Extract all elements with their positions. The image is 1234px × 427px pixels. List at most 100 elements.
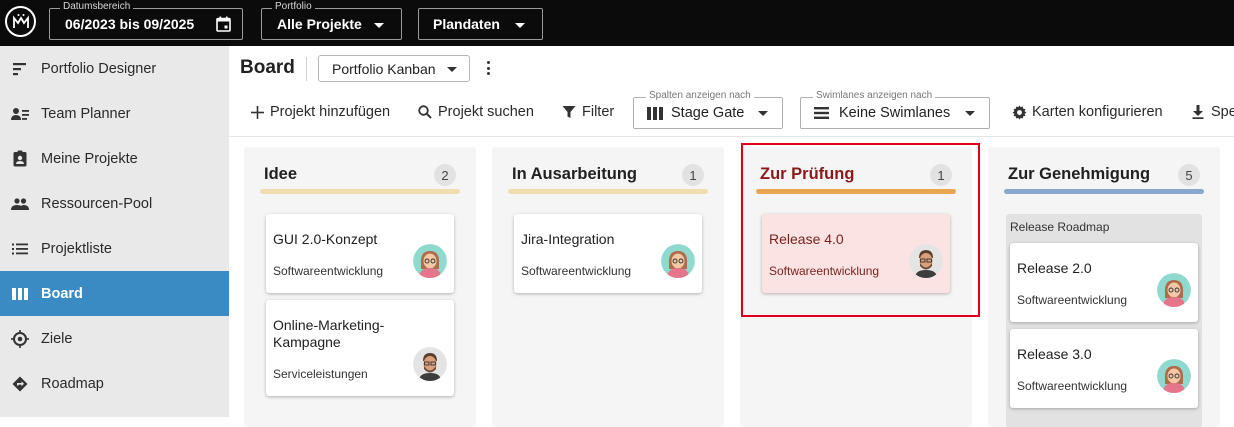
sidebar-item-project-list[interactable]: Projektliste (0, 226, 229, 271)
sidebar-item-resource-pool[interactable]: Ressourcen-Pool (0, 181, 229, 226)
sidebar-item-label: Roadmap (41, 375, 104, 392)
card-title: Jira-Integration (521, 231, 615, 247)
project-card[interactable]: Jira-Integration Softwareentwicklung (514, 214, 702, 293)
board-column-in-ausarbeitung: In Ausarbeitung 1 Jira-Integration Softw… (492, 147, 724, 427)
column-title: Zur Genehmigung (1008, 165, 1151, 183)
column-color-bar (1004, 189, 1204, 194)
card-subtitle: Softwareentwicklung (1017, 379, 1128, 393)
roadmap-icon (11, 375, 29, 393)
columns-value: Stage Gate (671, 105, 745, 121)
dataset-select[interactable]: Plandaten (418, 8, 543, 40)
chevron-down-icon (447, 67, 457, 72)
project-card[interactable]: Online-Marketing-Kampagne Serviceleistun… (266, 300, 454, 396)
view-select[interactable]: Portfolio Kanban (318, 55, 470, 82)
page-title: Board (240, 57, 295, 78)
columns-select[interactable]: Spalten anzeigen nach Stage Gate (633, 90, 783, 129)
card-title: Release 3.0 (1017, 346, 1092, 362)
sidebar-item-label: Board (41, 285, 83, 302)
search-project-label: Projekt suchen (438, 104, 534, 120)
add-project-label: Projekt hinzufügen (270, 104, 391, 120)
configure-cards-button[interactable]: Karten konfigurieren (1011, 101, 1163, 123)
highlight-box (741, 143, 980, 317)
column-count-badge: 2 (434, 164, 456, 186)
columns-legend: Spalten anzeigen nach (646, 90, 754, 102)
swimlanes-icon (814, 107, 829, 119)
sidebar-item-team-planner[interactable]: Team Planner (0, 91, 229, 136)
sidebar-item-label: Projektliste (41, 240, 112, 257)
sidebar-item-roadmap[interactable]: Roadmap (0, 361, 229, 406)
columns-icon (647, 106, 663, 120)
chevron-down-icon (965, 111, 975, 116)
project-card[interactable]: Release 2.0 Softwareentwicklung (1010, 243, 1198, 322)
project-card[interactable]: Release 3.0 Softwareentwicklung (1010, 329, 1198, 408)
filter-icon (561, 104, 577, 120)
portfolio-select[interactable]: Portfolio Alle Projekte (261, 1, 402, 40)
woman-avatar (661, 244, 695, 278)
configure-cards-label: Karten konfigurieren (1032, 104, 1163, 120)
download-icon (1190, 104, 1206, 120)
woman-avatar (1157, 359, 1191, 393)
sidebar-item-goals[interactable]: Ziele (0, 316, 229, 361)
chevron-down-icon (515, 23, 525, 28)
swimlanes-legend: Swimlanes anzeigen nach (813, 90, 936, 102)
date-range-field[interactable]: Datumsbereich 06/2023 bis 09/2025 (49, 1, 243, 40)
column-title: In Ausarbeitung (512, 165, 637, 183)
column-count-badge: 1 (682, 164, 704, 186)
column-color-bar (508, 189, 708, 194)
card-title: Release 2.0 (1017, 260, 1092, 276)
board-icon (11, 285, 29, 303)
card-subtitle: Softwareentwicklung (1017, 293, 1128, 307)
sidebar-item-label: Ressourcen-Pool (41, 195, 153, 212)
filter-button[interactable]: Filter (561, 101, 614, 123)
woman-avatar (413, 244, 447, 278)
sidebar-item-board[interactable]: Board (0, 271, 229, 316)
swimlanes-select[interactable]: Swimlanes anzeigen nach Keine Swimlanes (800, 90, 990, 129)
my-projects-icon (11, 150, 29, 168)
swimlanes-value: Keine Swimlanes (839, 105, 951, 121)
woman-avatar (1157, 273, 1191, 307)
resource-pool-icon (11, 195, 29, 213)
man-avatar (413, 347, 447, 381)
sidebar-item-my-projects[interactable]: Meine Projekte (0, 136, 229, 181)
chevron-down-icon (758, 111, 768, 116)
card-subtitle: Serviceleistungen (273, 367, 368, 381)
sidebar-item-portfolio-designer[interactable]: Portfolio Designer (0, 46, 229, 91)
card-subtitle: Softwareentwicklung (273, 264, 384, 278)
portfolio-legend: Portfolio (272, 1, 315, 13)
save-label: Spe (1211, 104, 1234, 120)
app-logo[interactable] (5, 6, 36, 37)
sidebar-item-label: Team Planner (41, 105, 131, 122)
column-title: Idee (264, 165, 298, 183)
sidebar-item-label: Meine Projekte (41, 150, 138, 167)
list-icon (11, 240, 29, 258)
plus-icon (249, 104, 265, 120)
more-options-icon[interactable] (483, 59, 493, 77)
filter-label: Filter (582, 104, 615, 120)
toolbar-divider (229, 136, 1234, 137)
search-icon (417, 104, 433, 120)
board-column-zur-genehmigung: Zur Genehmigung 5 Release Roadmap Releas… (988, 147, 1220, 427)
card-title: Online-Marketing-Kampagne (273, 317, 385, 350)
date-range-value: 06/2023 bis 09/2025 (65, 16, 195, 32)
divider (306, 57, 307, 81)
column-color-bar (260, 189, 460, 194)
team-planner-icon (11, 105, 29, 123)
view-select-value: Portfolio Kanban (332, 60, 436, 77)
calendar-icon[interactable] (216, 16, 231, 35)
portfolio-designer-icon (11, 60, 29, 78)
top-bar: Datumsbereich 06/2023 bis 09/2025 Portfo… (0, 0, 1234, 46)
search-project-button[interactable]: Projekt suchen (417, 101, 534, 123)
dataset-value: Plandaten (433, 16, 500, 32)
column-count-badge: 5 (1178, 164, 1200, 186)
sidebar-item-label: Ziele (41, 330, 73, 347)
chevron-down-icon (374, 23, 384, 28)
board-column-idee: Idee 2 GUI 2.0-Konzept Softwareentwicklu… (244, 147, 476, 427)
sidebar: Portfolio Designer Team Planner Meine Pr… (0, 46, 229, 417)
portfolio-value: Alle Projekte (277, 16, 362, 32)
project-card[interactable]: GUI 2.0-Konzept Softwareentwicklung (266, 214, 454, 293)
save-button[interactable]: Spe (1190, 101, 1234, 123)
target-icon (11, 329, 29, 348)
logo-mark-icon (12, 13, 29, 28)
sidebar-item-label: Portfolio Designer (41, 60, 157, 77)
add-project-button[interactable]: Projekt hinzufügen (249, 101, 390, 123)
